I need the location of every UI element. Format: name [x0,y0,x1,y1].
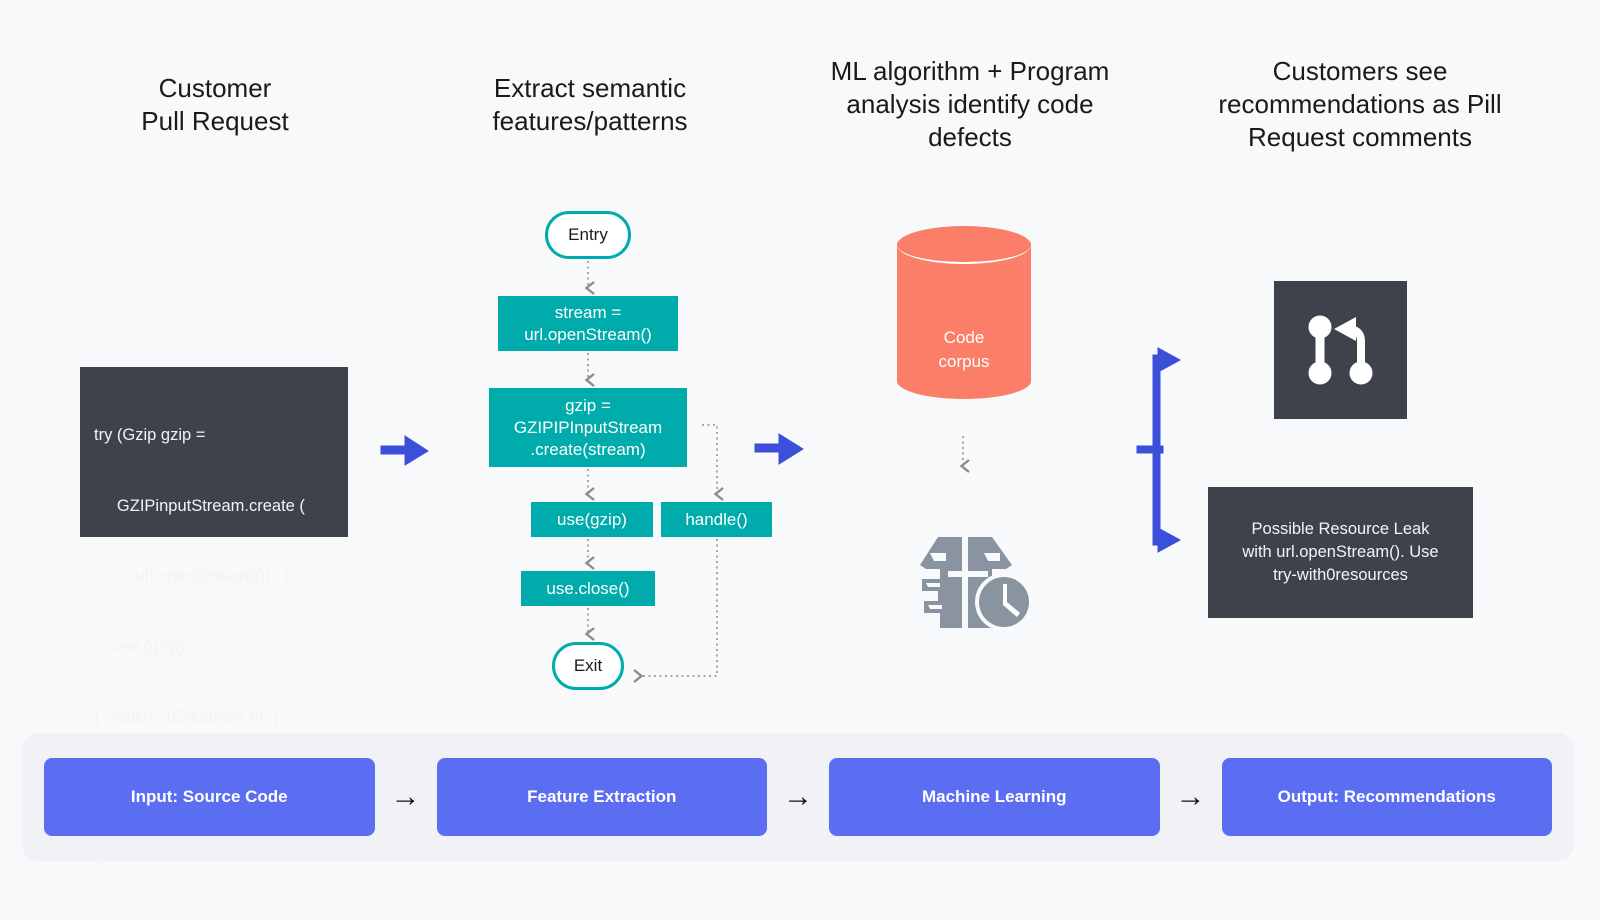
cylinder-top-ellipse [897,226,1031,264]
pipeline-arrow-icon: → [390,780,421,813]
recommendation-line: with url.openStream(). Use [1242,543,1439,561]
flow-node-label: Entry [568,225,608,244]
flow-node-label-line: .create(stream) [530,439,646,459]
pipeline-step-label: Machine Learning [921,787,1067,806]
brain-clock-icon [900,513,1040,633]
recommendation-comment-card: Possible Resource Leak with url.openStre… [1208,487,1473,618]
code-line: GZIPinputStream.create ( [94,496,305,515]
flow-node-label: use(gzip) [557,509,627,529]
flow-node-use-close[interactable]: use.close() [521,571,655,606]
title-line: defects [928,122,1012,152]
flow-node-label: handle() [685,509,748,529]
flow-node-label-line: url.openStream() [524,324,652,344]
title-line: ML algorithm + Program [830,56,1110,86]
flow-node-entry[interactable]: Entry [545,211,631,259]
flow-node-label: use.close() [546,578,630,598]
pipeline-step-machine-learning[interactable]: Machine Learning [829,758,1160,836]
flow-node-label-line: GZIPIPInputStream [513,417,663,437]
corpus-label-line: corpus [938,352,990,371]
stage-arrow-split-to-outputs [1136,347,1182,553]
pipeline-arrow-icon: → [783,780,813,813]
code-corpus-label: Code corpus [897,326,1031,374]
title-line: recommendations as Pill [1218,89,1502,119]
pull-request-icon-card [1274,281,1407,419]
pipeline-arrow-icon: → [1175,780,1206,813]
column-title-customer-pull-request: Customer Pull Request [95,72,335,138]
code-line: } catch (Exception e) { [94,708,279,726]
title-line: Request comments [1248,122,1472,152]
stage-arrow-flow-to-ml [754,433,804,465]
column-title-customer-recommendations: Customers see recommendations as Pill Re… [1210,55,1510,154]
flow-node-label-line: stream = [554,302,622,322]
title-line: features/patterns [492,106,688,136]
pipeline-step-feature-extraction[interactable]: Feature Extraction [436,758,767,836]
flow-node-exit[interactable]: Exit [552,642,624,690]
code-line: try (Gzip gzip = [94,426,206,444]
cylinder-body [897,243,1031,399]
stage-arrow-code-to-flow [380,435,429,466]
code-corpus-database: Code corpus [897,226,1031,416]
edge-gzip-handle [702,424,724,501]
pipeline-step-label: Input: Source Code [130,787,288,806]
pipeline-step-label: Output: Recommendations [1277,787,1496,806]
title-line: analysis identify code [846,89,1094,119]
flow-node-gzip[interactable]: gzip = GZIPIPInputStream .create(stream) [489,388,687,467]
recommendation-line: Possible Resource Leak [1251,520,1430,538]
pipeline-step-label: Feature Extraction [527,787,677,806]
flow-node-label: gzip = GZIPIPInputStream .create(stream) [514,395,662,461]
flow-node-stream[interactable]: stream = url.openStream() [498,296,678,351]
edge-handle-exit [633,539,718,683]
code-line: use (gzip) ; [94,637,194,656]
pipeline-step-input-source-code[interactable]: Input: Source Code [44,758,375,836]
column-title-ml-analysis: ML algorithm + Program analysis identify… [820,55,1120,154]
column-title-extract-features: Extract semantic features/patterns [455,72,725,138]
flow-node-use-gzip[interactable]: use(gzip) [531,502,653,537]
title-line: Customers see [1272,56,1448,86]
title-line: Pull Request [141,106,289,136]
pipeline-step-output-recommendations[interactable]: Output: Recommendations [1221,758,1552,836]
flow-node-label: Exit [573,656,603,675]
git-pull-request-icon [1308,315,1372,385]
flow-node-label: stream = url.openStream() [524,302,652,346]
source-code-card: try (Gzip gzip = GZIPinputStream.create … [80,367,348,867]
corpus-label-line: Code [943,328,985,347]
pipeline-bar: Input: Source Code → Feature Extraction … [22,733,1574,861]
recommendation-text: Possible Resource Leak with url.openStre… [1242,518,1438,587]
diagram-canvas: Customer Pull Request Extract semantic f… [0,0,1600,920]
flow-node-handle[interactable]: handle() [661,502,772,537]
code-line: url.openStream())) { [94,567,290,585]
flow-node-label-line: gzip = [565,395,611,415]
title-line: Extract semantic [493,73,687,103]
recommendation-line: try-with0resources [1273,566,1408,584]
title-line: Customer [158,73,272,103]
